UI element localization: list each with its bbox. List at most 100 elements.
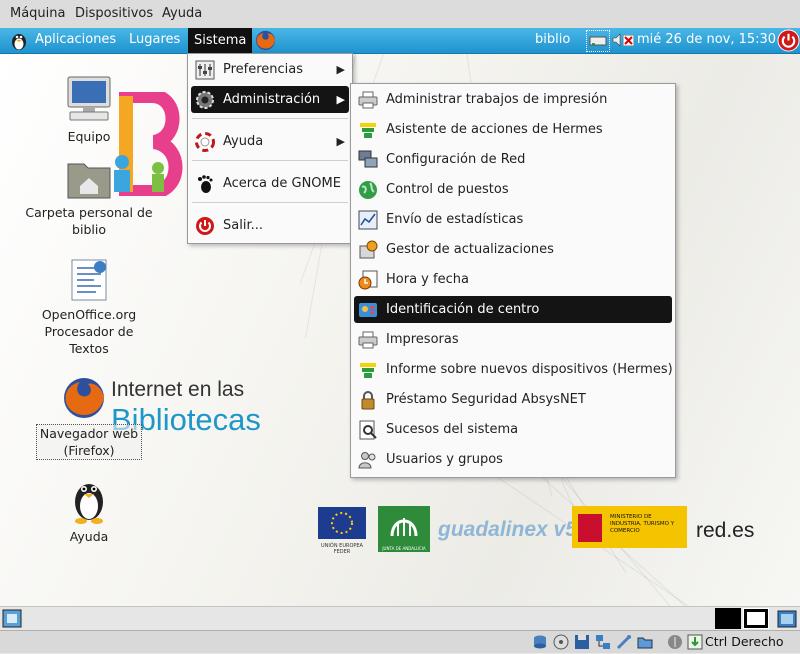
menu-item-label: Gestor de actualizaciones: [386, 242, 554, 257]
menu-item-label: Informe sobre nuevos dispositivos (Herme…: [386, 362, 673, 377]
user-name[interactable]: biblio: [535, 32, 570, 47]
admin-item-asistente-hermes[interactable]: Asistente de acciones de Hermes: [354, 116, 672, 143]
menu-item-label: Usuarios y grupos: [386, 452, 503, 467]
junta-andalucia-logo: JUNTA DE ANDALUCIA: [378, 506, 430, 552]
spain-shield-icon: [578, 514, 602, 542]
show-desktop-icon[interactable]: [2, 609, 22, 632]
floppy-icon[interactable]: [574, 634, 590, 654]
admin-item-control-puestos[interactable]: Control de puestos: [354, 176, 672, 203]
submenu-arrow-icon: ▶: [336, 135, 345, 148]
hard-disk-icon[interactable]: [532, 634, 548, 654]
menu-item-salir[interactable]: Salir...: [191, 212, 349, 239]
firefox-desktop-icon-graphic: [60, 374, 108, 426]
desktop-icon-firefox[interactable]: Navegador web (Firefox): [36, 424, 142, 460]
eu-caption: UNIÓN EUROPEA FEDER: [321, 543, 363, 555]
firefox-launcher-icon[interactable]: [254, 29, 277, 56]
eu-flag-logo: UNIÓN EUROPEA FEDER: [318, 507, 366, 555]
gnome-foot-icon: [195, 174, 215, 194]
menu-separator: [192, 160, 348, 161]
admin-item-prestamo-absysnet[interactable]: Préstamo Seguridad AbsysNET: [354, 386, 672, 413]
desktop-icon-writer[interactable]: OpenOffice.org Procesador de Textos: [24, 258, 154, 357]
host-menu-ayuda[interactable]: Ayuda: [162, 6, 202, 21]
menu-item-label: Acerca de GNOME: [223, 176, 341, 191]
admin-item-usuarios-grupos[interactable]: Usuarios y grupos: [354, 446, 672, 473]
update-icon: [358, 240, 378, 260]
usb-icon[interactable]: [616, 634, 632, 654]
menu-item-label: Hora y fecha: [386, 272, 469, 287]
admin-item-sucesos-sistema[interactable]: Sucesos del sistema: [354, 416, 672, 443]
log-search-icon: [358, 420, 378, 440]
administracion-submenu: Administrar trabajos de impresión Asiste…: [350, 83, 676, 478]
menu-item-label: Préstamo Seguridad AbsysNET: [386, 392, 586, 407]
admin-item-envio-estadisticas[interactable]: Envío de estadísticas: [354, 206, 672, 233]
menu-lugares[interactable]: Lugares: [129, 32, 180, 47]
menu-sistema[interactable]: Sistema: [188, 28, 253, 53]
shared-folders-icon[interactable]: [637, 634, 653, 654]
menu-item-label: Envío de estadísticas: [386, 212, 524, 227]
menu-aplicaciones[interactable]: Aplicaciones: [35, 32, 116, 47]
virtualbox-status-bar: Ctrl Derecho: [0, 630, 800, 653]
admin-item-gestor-actualizaciones[interactable]: Gestor de actualizaciones: [354, 236, 672, 263]
desktop-icon-label: OpenOffice.org Procesador de Textos: [41, 307, 137, 356]
clock-datetime[interactable]: mié 26 de nov, 15:30: [637, 32, 776, 47]
host-menu-dispositivos[interactable]: Dispositivos: [75, 6, 153, 21]
workspace-1[interactable]: [715, 608, 741, 629]
menu-item-acerca-gnome[interactable]: Acerca de GNOME: [191, 170, 349, 197]
identification-icon: [358, 300, 378, 320]
tux-menu-icon[interactable]: [8, 29, 30, 55]
optical-drive-icon[interactable]: [553, 634, 569, 654]
power-icon: [195, 216, 215, 236]
network-adapter-icon[interactable]: [595, 634, 611, 654]
host-menubar: Máquina Dispositivos Ayuda: [0, 0, 800, 29]
computer-icon: [64, 74, 114, 124]
admin-item-identificacion-centro[interactable]: Identificación de centro: [354, 296, 672, 323]
host-menu-maquina[interactable]: Máquina: [10, 6, 66, 21]
lifebuoy-help-icon: [195, 132, 215, 152]
menu-item-ayuda[interactable]: Ayuda ▶: [191, 128, 349, 155]
menu-item-label: Salir...: [223, 218, 263, 233]
guadalinex-logo: guadalinex v5: [438, 518, 577, 541]
users-icon: [358, 450, 378, 470]
menu-item-label: Control de puestos: [386, 182, 509, 197]
desktop-icon-home[interactable]: Carpeta personal de biblio: [24, 158, 154, 238]
host-key-capture-icon[interactable]: [687, 634, 703, 654]
menu-item-label: Administrar trabajos de impresión: [386, 92, 608, 107]
shutdown-icon[interactable]: [777, 29, 800, 56]
menu-item-label: Sucesos del sistema: [386, 422, 519, 437]
removable-drive-icon[interactable]: [586, 30, 610, 52]
top-panel: Aplicaciones Lugares Sistema biblio mié …: [0, 28, 800, 54]
host-key-label: Ctrl Derecho: [705, 634, 784, 649]
submenu-arrow-icon: ▶: [336, 63, 345, 76]
menu-item-label: Preferencias: [223, 62, 304, 77]
menu-separator: [192, 118, 348, 119]
desktop-icon-equipo[interactable]: Equipo: [24, 74, 154, 145]
network-disconnected-icon[interactable]: [622, 34, 635, 50]
admin-item-hora-fecha[interactable]: Hora y fecha: [354, 266, 672, 293]
desktop-icon-label: Equipo: [67, 129, 111, 144]
workspace-2[interactable]: [743, 608, 769, 629]
bottom-panel: [0, 606, 800, 631]
admin-item-configuracion-red[interactable]: Configuración de Red: [354, 146, 672, 173]
printer-icon: [358, 90, 378, 110]
admin-item-informe-dispositivos[interactable]: Informe sobre nuevos dispositivos (Herme…: [354, 356, 673, 383]
menu-item-label: Ayuda: [223, 134, 264, 149]
admin-item-impresoras[interactable]: Impresoras: [354, 326, 672, 353]
sistema-menu: Preferencias ▶ Administración ▶ Ayuda ▶ …: [187, 53, 353, 244]
menu-item-administracion[interactable]: Administración ▶: [191, 86, 349, 113]
administration-gear-icon: [195, 90, 215, 110]
mouse-integration-icon[interactable]: [667, 634, 683, 654]
redes-logo: red.es: [696, 519, 755, 542]
admin-item-trabajos-impresion[interactable]: Administrar trabajos de impresión: [354, 86, 672, 113]
menu-item-preferencias[interactable]: Preferencias ▶: [191, 56, 349, 83]
hermes-icon: [358, 360, 378, 380]
menu-item-label: Identificación de centro: [386, 302, 540, 317]
desktop-icon-ayuda[interactable]: Ayuda: [24, 474, 154, 545]
menu-item-label: Asistente de acciones de Hermes: [386, 122, 603, 137]
volume-icon[interactable]: [612, 32, 622, 52]
desktop-icon-label: Navegador web (Firefox): [39, 426, 139, 458]
tux-help-icon: [69, 474, 109, 524]
desktop-icon-label: Ayuda: [69, 529, 109, 544]
writer-document-icon: [66, 258, 112, 302]
menu-item-label: Administración: [223, 92, 321, 107]
ministerio-logo: MINISTERIO DE INDUSTRIA, TURISMO Y COMER…: [572, 506, 687, 548]
